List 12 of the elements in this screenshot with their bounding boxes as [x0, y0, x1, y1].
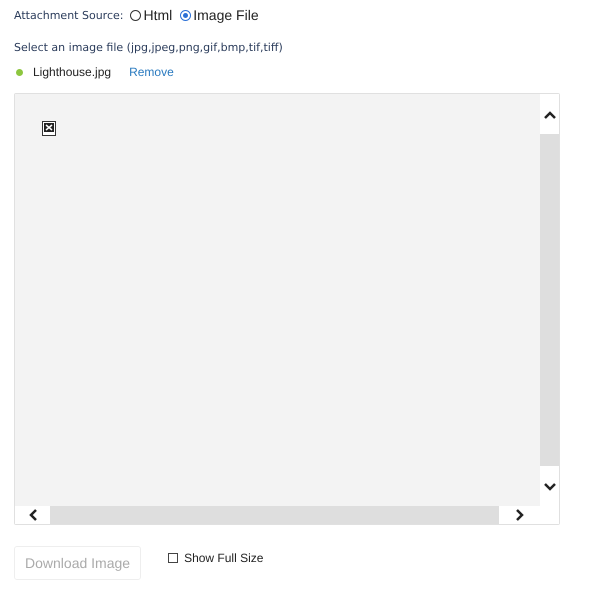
scroll-down-icon[interactable] [542, 482, 556, 492]
show-full-size-checkbox[interactable]: Show Full Size [168, 551, 264, 565]
file-name: Lighthouse.jpg [33, 65, 112, 79]
file-type-hint: Select an image file (jpg,jpeg,png,gif,bmp,tif,tiff) [14, 41, 284, 54]
radio-option[interactable]: Html [130, 7, 172, 23]
remove-link[interactable]: Remove [129, 65, 174, 79]
source-label: Attachment Source: [14, 8, 124, 22]
scroll-up-icon[interactable] [542, 110, 556, 120]
broken-image-icon [42, 121, 56, 136]
radio-option[interactable]: Image File [180, 7, 259, 23]
scroll-right-icon[interactable] [514, 508, 524, 522]
scroll-left-icon[interactable] [28, 508, 38, 522]
